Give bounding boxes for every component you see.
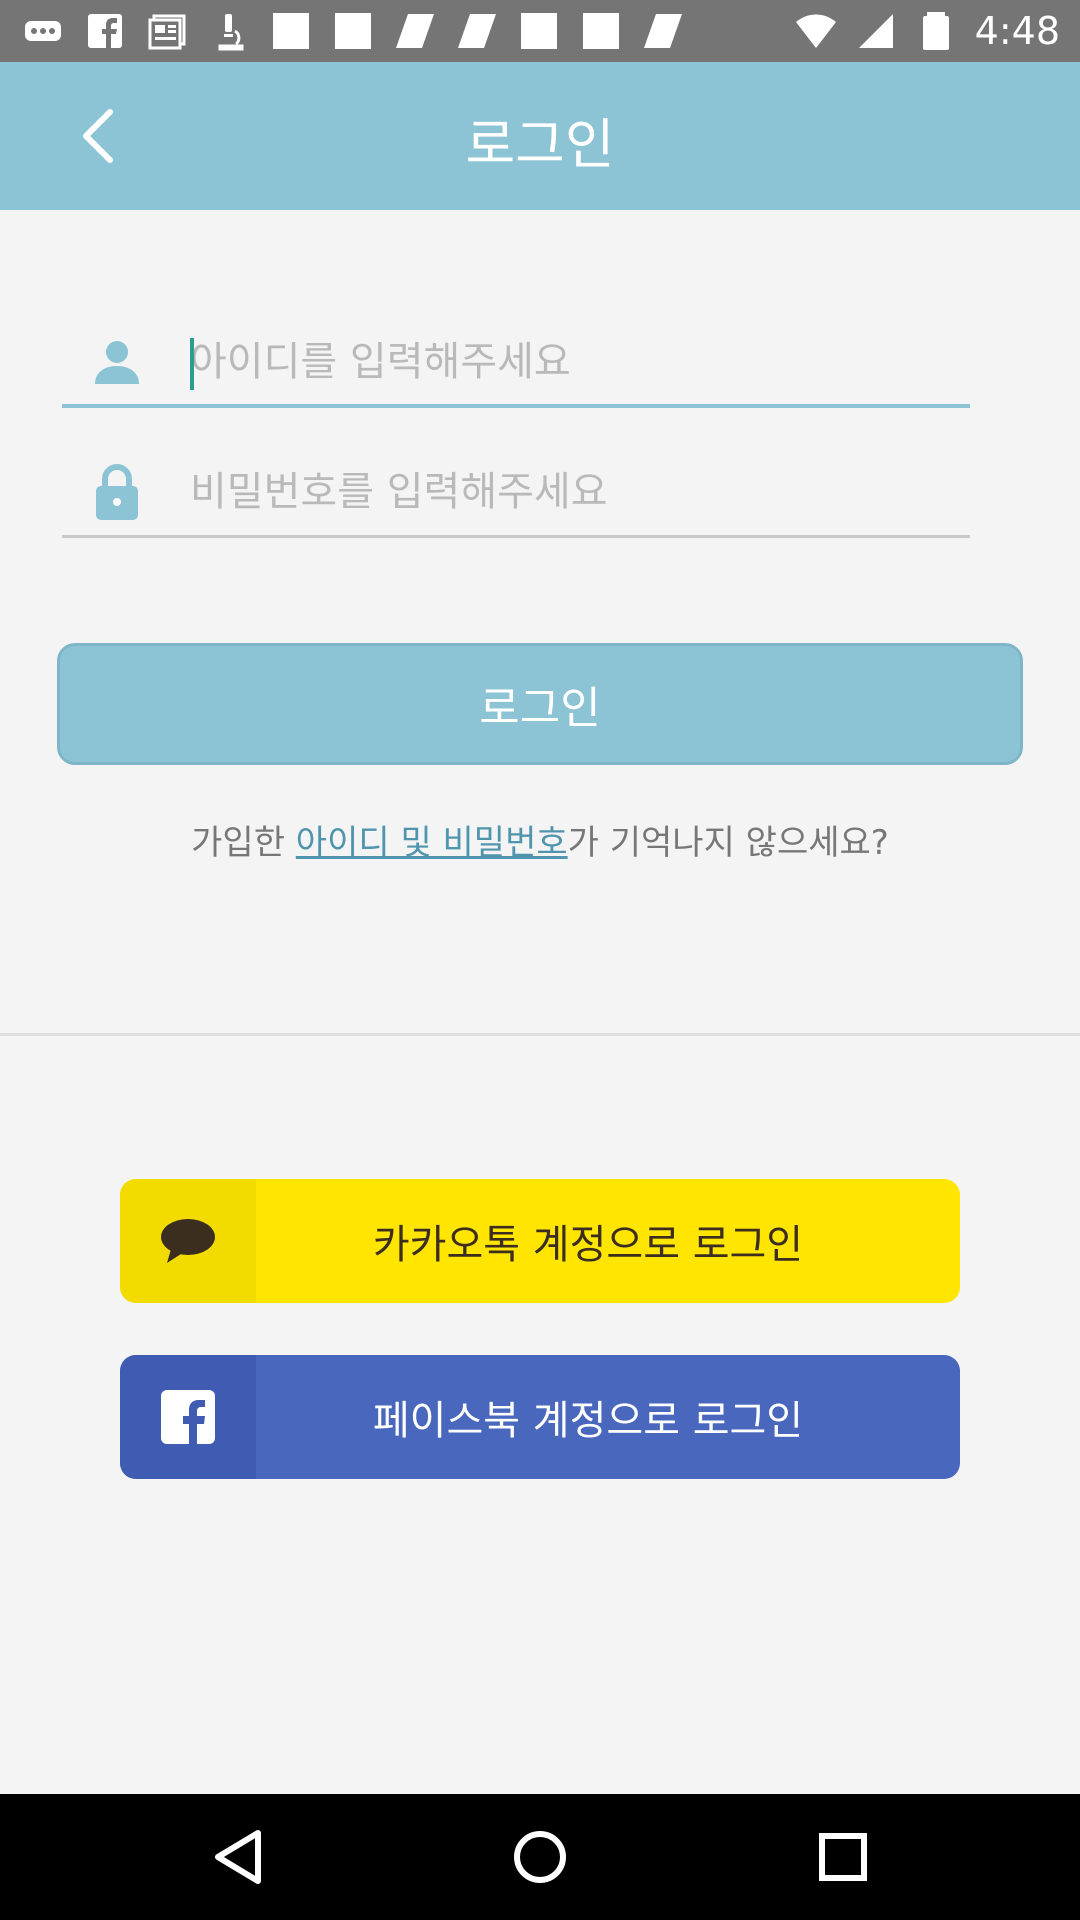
password-field [62,448,970,538]
leaf-icon [394,10,436,52]
forgot-credentials: 가입한 아이디 및 비밀번호가 기억나지 않으세요? [0,815,1080,864]
square-recents-icon [819,1833,867,1881]
circle-home-icon [514,1831,566,1883]
status-time: 4:48 [974,9,1060,53]
kakao-icon-box [120,1179,256,1303]
navigation-bar [0,1794,1080,1920]
news-icon [146,10,188,52]
square-icon [580,10,622,52]
divider [0,1033,1080,1036]
battery-icon [915,10,957,52]
system-status: 4:48 [795,0,1060,62]
find-account-link[interactable]: 아이디 및 비밀번호 [296,823,568,863]
facebook-icon [84,10,126,52]
leaf-icon [456,10,498,52]
kakao-login-label: 카카오톡 계정으로 로그인 [372,1222,804,1268]
leaf-icon [642,10,684,52]
facebook-icon-box [120,1355,256,1479]
lock-icon [88,462,146,522]
forgot-suffix: 가 기억나지 않으세요? [567,823,889,863]
microscope-icon [208,10,250,52]
login-button[interactable]: 로그인 [57,643,1023,765]
id-input[interactable] [190,330,950,394]
square-icon [270,10,312,52]
signal-icon [855,10,897,52]
facebook-icon [161,1390,215,1444]
facebook-login-button[interactable]: 페이스북 계정으로 로그인 [120,1355,960,1479]
status-bar: 4:48 [0,0,1080,62]
notification-icons [22,10,684,52]
forgot-prefix: 가입한 [191,823,296,863]
id-field [62,318,970,408]
home-nav-button[interactable] [505,1822,575,1892]
text-cursor [190,338,194,390]
square-icon [518,10,560,52]
back-nav-button[interactable] [202,1822,272,1892]
password-input[interactable] [190,460,950,524]
square-icon [332,10,374,52]
chat-bubble-icon [161,1219,215,1263]
triangle-back-icon [215,1830,261,1884]
wifi-icon [795,10,837,52]
app-header: 로그인 [0,62,1080,210]
user-icon [88,332,146,392]
page-title: 로그인 [465,113,615,176]
facebook-login-label: 페이스북 계정으로 로그인 [372,1398,804,1444]
kakao-login-button[interactable]: 카카오톡 계정으로 로그인 [120,1179,960,1303]
recents-nav-button[interactable] [808,1822,878,1892]
more-icon [22,10,64,52]
